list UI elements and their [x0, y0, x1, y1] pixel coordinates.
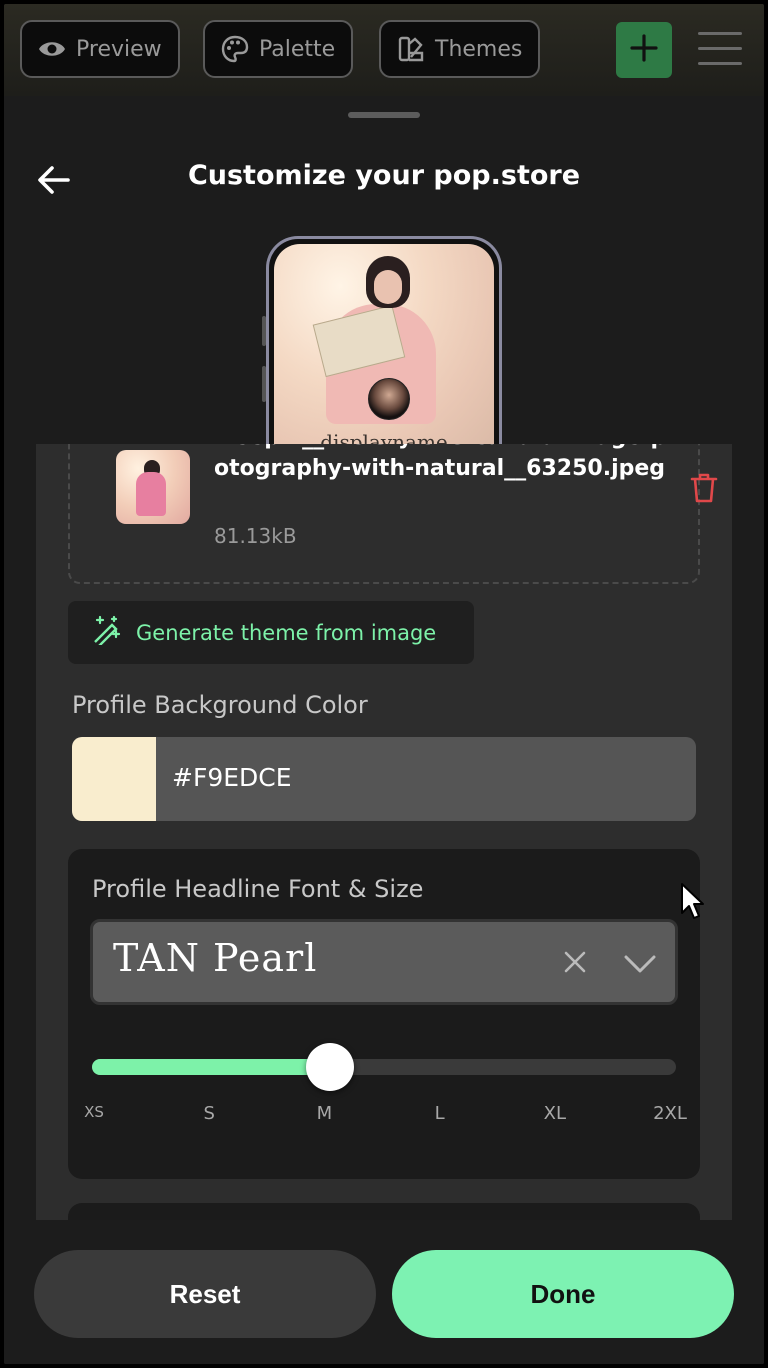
customize-sheet: Customize your pop.store displayname fre…	[4, 96, 764, 1364]
uploaded-image-thumbnail	[116, 450, 190, 524]
background-color-label: Profile Background Color	[72, 691, 368, 719]
size-tick-2xl[interactable]: 2XL	[653, 1103, 687, 1124]
plus-icon	[629, 33, 659, 67]
trash-icon[interactable]	[690, 472, 718, 508]
preview-figure-face	[374, 270, 402, 304]
size-tick-l[interactable]: L	[435, 1103, 445, 1124]
headline-font-label: Profile Headline Font & Size	[92, 875, 424, 903]
image-upload-dropzone[interactable]: freepik__the-style-is-candid-image-photo…	[68, 444, 718, 584]
themes-icon	[397, 35, 425, 63]
palette-label: Palette	[259, 36, 336, 62]
magic-wand-icon	[92, 615, 122, 650]
sheet-drag-handle[interactable]	[348, 112, 420, 118]
generate-theme-label: Generate theme from image	[136, 620, 437, 645]
headline-font-card: Profile Headline Font & Size TAN Pearl X…	[68, 849, 700, 1179]
preview-background-image: displayname	[274, 244, 494, 456]
size-tick-xs[interactable]: XS	[84, 1103, 104, 1121]
palette-button[interactable]: Palette	[203, 20, 354, 78]
phone-preview: displayname	[266, 236, 502, 456]
next-settings-card	[68, 1203, 700, 1220]
chevron-down-icon[interactable]	[623, 954, 657, 978]
themes-button[interactable]: Themes	[379, 20, 541, 78]
top-toolbar: Preview Palette Themes	[4, 4, 764, 96]
font-select[interactable]: TAN Pearl	[90, 919, 678, 1005]
preview-button[interactable]: Preview	[20, 20, 180, 78]
reset-button[interactable]: Reset	[34, 1250, 376, 1338]
font-size-slider-track[interactable]	[92, 1059, 676, 1075]
hamburger-menu-icon[interactable]	[698, 32, 742, 68]
palette-icon	[221, 35, 249, 63]
size-tick-m[interactable]: M	[317, 1103, 333, 1124]
preview-label: Preview	[76, 36, 162, 62]
add-button[interactable]	[616, 22, 672, 78]
file-size: 81.13kB	[214, 524, 297, 548]
eye-icon	[38, 39, 66, 59]
app-frame: Preview Palette Themes Customize your po…	[4, 4, 764, 1364]
close-icon[interactable]	[563, 950, 587, 978]
themes-label: Themes	[435, 36, 523, 62]
mouse-cursor-icon	[680, 882, 706, 924]
settings-panel: freepik__the-style-is-candid-image-photo…	[36, 444, 732, 1220]
color-hex-value: #F9EDCE	[172, 763, 292, 792]
file-name: freepik__the-style-is-candid-image-photo…	[214, 444, 682, 481]
avatar	[368, 378, 410, 420]
size-tick-s[interactable]: S	[203, 1103, 214, 1124]
background-color-field[interactable]: #F9EDCE	[72, 737, 696, 821]
color-swatch[interactable]	[72, 737, 156, 821]
sheet-title: Customize your pop.store	[187, 160, 581, 191]
font-size-slider-handle[interactable]	[306, 1043, 354, 1091]
font-selected-value: TAN Pearl	[113, 936, 318, 980]
size-tick-xl[interactable]: XL	[544, 1103, 566, 1124]
font-size-slider-fill	[92, 1059, 330, 1075]
generate-theme-button[interactable]: Generate theme from image	[68, 601, 474, 664]
done-button[interactable]: Done	[392, 1250, 734, 1338]
action-bar: Reset Done	[4, 1220, 764, 1364]
